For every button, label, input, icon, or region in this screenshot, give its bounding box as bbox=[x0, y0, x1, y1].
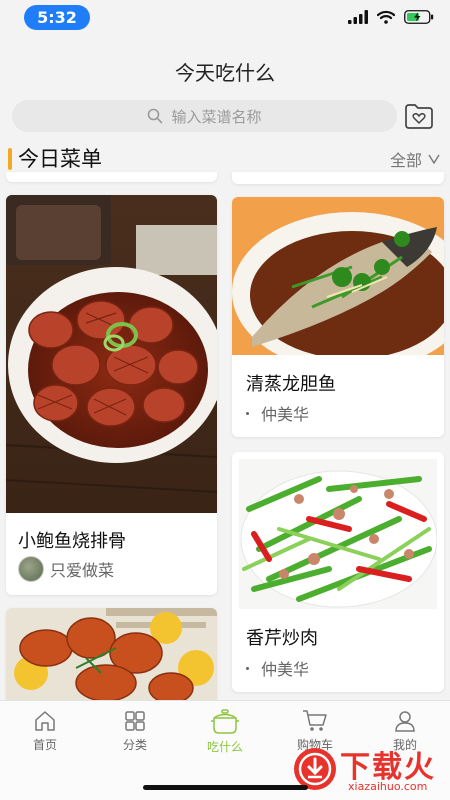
watermark-url: xiazaihuo.com bbox=[348, 780, 428, 793]
home-indicator[interactable] bbox=[143, 785, 308, 790]
avatar bbox=[18, 556, 44, 582]
recipe-card[interactable]: 香芹炒肉 仲美华 bbox=[232, 452, 444, 692]
status-bar: 5:32 bbox=[0, 0, 450, 38]
recipe-image bbox=[6, 195, 217, 513]
recipe-author: 仲美华 bbox=[246, 656, 309, 680]
recipe-card-partial[interactable] bbox=[6, 608, 217, 700]
tab-home[interactable]: 首页 bbox=[0, 701, 90, 800]
wifi-icon bbox=[377, 10, 395, 24]
recipe-image bbox=[6, 608, 217, 700]
recipe-title: 清蒸龙胆鱼 bbox=[246, 374, 336, 395]
battery-icon bbox=[404, 10, 434, 24]
tab-label: 首页 bbox=[32, 738, 57, 752]
bullet-dot bbox=[246, 411, 249, 415]
author-name: 仲美华 bbox=[261, 405, 310, 424]
search-input[interactable]: 输入菜谱名称 bbox=[12, 100, 397, 132]
watermark-logo: 下载火 xiazaihuo.com bbox=[292, 740, 448, 800]
author-name: 仲美华 bbox=[261, 660, 310, 679]
chevron-down-icon bbox=[428, 154, 440, 164]
search-icon bbox=[148, 108, 163, 124]
pot-icon bbox=[211, 709, 239, 734]
bullet-dot bbox=[246, 666, 249, 670]
recipe-card[interactable]: 清蒸龙胆鱼 仲美华 bbox=[232, 197, 444, 437]
recipe-card-partial[interactable] bbox=[232, 172, 444, 184]
section-accent-bar bbox=[8, 148, 12, 170]
recipe-image bbox=[239, 459, 437, 609]
home-icon bbox=[35, 711, 55, 731]
recipe-title: 香芹炒肉 bbox=[246, 628, 318, 649]
page-title: 今天吃什么 bbox=[175, 61, 275, 85]
favorites-folder-icon[interactable] bbox=[404, 102, 434, 130]
search-placeholder: 输入菜谱名称 bbox=[171, 107, 262, 126]
recipe-image bbox=[232, 197, 444, 355]
status-icons bbox=[348, 10, 434, 24]
recipe-author: 只爱做菜 bbox=[18, 556, 114, 582]
app-screen: 5:32 今天吃什么 输入菜谱名称 今日菜单 全部 小鲍鱼烧排骨 只爱做菜 清蒸… bbox=[0, 0, 450, 800]
recipe-card[interactable]: 小鲍鱼烧排骨 只爱做菜 bbox=[6, 195, 217, 595]
recipe-title: 小鲍鱼烧排骨 bbox=[18, 531, 126, 552]
signal-icon bbox=[348, 10, 368, 24]
page-header: 今天吃什么 bbox=[0, 40, 450, 98]
filter-label: 全部 bbox=[389, 151, 422, 170]
download-badge-icon bbox=[294, 748, 336, 790]
filter-dropdown[interactable]: 全部 bbox=[390, 147, 440, 171]
recipe-card-partial[interactable] bbox=[6, 172, 217, 182]
tab-label: 吃什么 bbox=[206, 740, 243, 754]
cart-icon bbox=[303, 710, 327, 731]
user-icon bbox=[395, 711, 415, 732]
recipe-author: 仲美华 bbox=[246, 401, 309, 425]
author-name: 只爱做菜 bbox=[50, 561, 115, 580]
grid-icon bbox=[125, 711, 145, 731]
tab-label: 分类 bbox=[122, 738, 147, 752]
status-time: 5:32 bbox=[24, 5, 90, 30]
section-title: 今日菜单 bbox=[18, 147, 102, 171]
